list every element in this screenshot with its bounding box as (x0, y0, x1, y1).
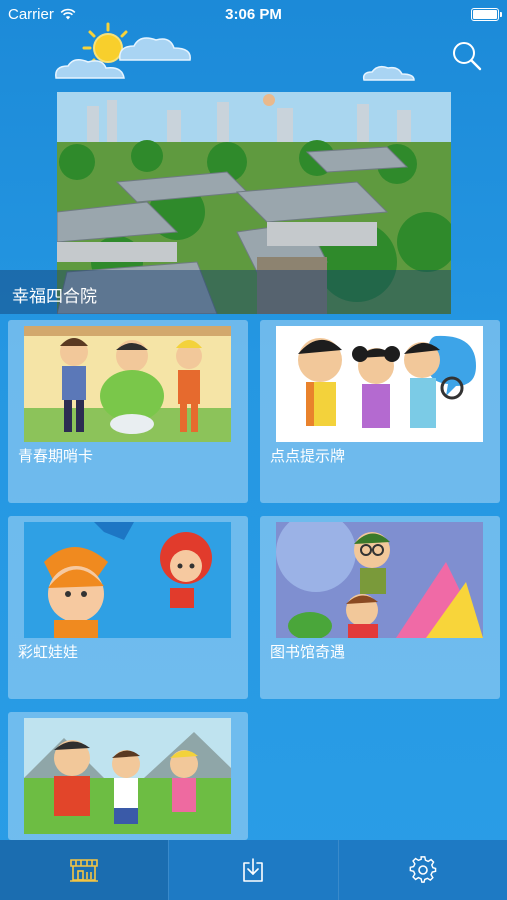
gear-icon (409, 856, 437, 883)
video-card[interactable]: 图书馆奇遇 (260, 516, 500, 699)
card-title: 青春期哨卡 (18, 448, 94, 465)
video-card[interactable]: 点点提示牌 (260, 320, 500, 503)
shop-icon (70, 859, 99, 882)
card-thumbnail (24, 326, 231, 442)
card-image (24, 326, 231, 442)
tab-bar (0, 840, 507, 900)
card-image (276, 326, 483, 442)
card-image (24, 718, 231, 834)
card-image (276, 522, 483, 638)
battery-icon (471, 7, 502, 21)
download-icon (243, 858, 264, 882)
card-thumbnail (276, 326, 483, 442)
search-button[interactable] (451, 40, 483, 72)
card-thumbnail (276, 522, 483, 638)
card-image (24, 522, 231, 638)
card-title: 彩虹娃娃 (18, 644, 79, 661)
card-title: 图书馆奇遇 (270, 644, 346, 661)
search-icon (453, 42, 482, 71)
video-card[interactable] (8, 712, 248, 840)
tab-downloads[interactable] (169, 840, 337, 900)
card-title: 点点提示牌 (270, 448, 346, 465)
banner-caption: 幸福四合院 (0, 270, 451, 314)
card-thumbnail (24, 718, 231, 834)
header-decoration (55, 22, 415, 81)
video-card[interactable]: 彩虹娃娃 (8, 516, 248, 699)
card-thumbnail (24, 522, 231, 638)
tab-store[interactable] (0, 840, 169, 900)
tab-settings[interactable] (339, 840, 507, 900)
video-card[interactable]: 青春期哨卡 (8, 320, 248, 503)
